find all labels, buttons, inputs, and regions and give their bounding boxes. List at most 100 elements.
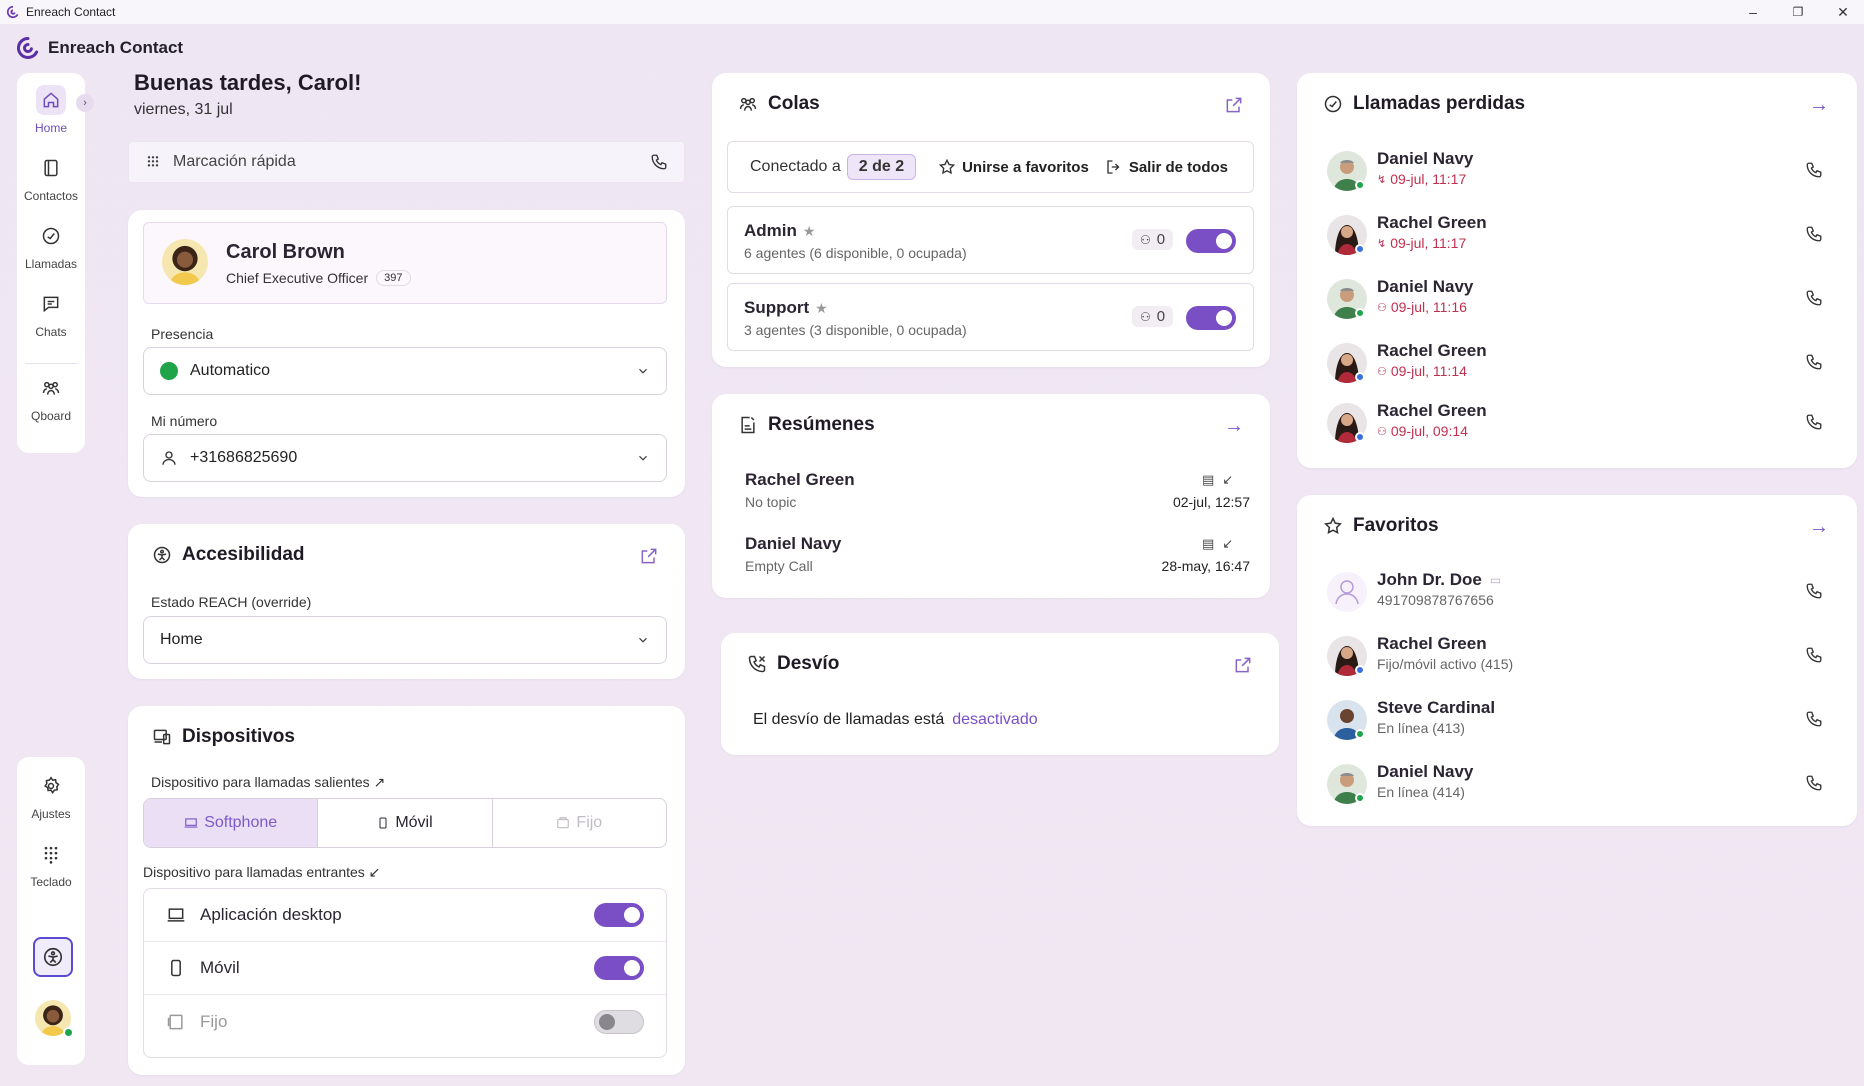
favorite-row[interactable]: Daniel Navy En línea (414) bbox=[1297, 754, 1857, 814]
call-forward-icon bbox=[748, 655, 766, 673]
expand-nav-button[interactable]: › bbox=[76, 94, 94, 112]
arrow-right-icon[interactable]: → bbox=[1809, 517, 1829, 537]
star-icon[interactable]: ★ bbox=[803, 223, 816, 240]
maximize-button[interactable]: ❐ bbox=[1775, 0, 1821, 24]
queues-connection-bar: Conectado a 2 de 2 Unirse a favoritos Sa… bbox=[727, 141, 1254, 193]
incoming-mobile-row: Móvil bbox=[144, 942, 666, 995]
brand-logo-icon bbox=[16, 37, 39, 59]
contact-name-text: Daniel Navy bbox=[1377, 149, 1474, 168]
phone-icon[interactable] bbox=[1805, 582, 1823, 600]
profile-role: Chief Executive Officer bbox=[226, 270, 369, 286]
incoming-desktop-label: Aplicación desktop bbox=[200, 905, 342, 924]
contact-subtitle: En línea (413) bbox=[1377, 720, 1465, 736]
phone-icon[interactable] bbox=[1805, 289, 1823, 307]
open-external-icon[interactable] bbox=[1224, 95, 1244, 115]
favorite-row[interactable]: Rachel Green Fijo/móvil activo (415) bbox=[1297, 626, 1857, 686]
queue-count-value: 0 bbox=[1156, 308, 1166, 325]
mobile-icon bbox=[171, 959, 181, 977]
summary-icons: ▤ ↙ bbox=[1202, 472, 1233, 488]
incoming-mobile-toggle[interactable] bbox=[594, 956, 644, 980]
favorite-row[interactable]: Steve Cardinal En línea (413) bbox=[1297, 690, 1857, 750]
contact-subtitle: En línea (414) bbox=[1377, 784, 1465, 800]
phone-icon[interactable] bbox=[1805, 161, 1823, 179]
nav-qboard[interactable]: Qboard bbox=[17, 373, 85, 423]
presence-value: Automatico bbox=[190, 362, 271, 379]
nav-settings[interactable]: Ajustes bbox=[17, 771, 85, 821]
arrow-right-icon[interactable]: → bbox=[1809, 95, 1829, 115]
favorite-row[interactable]: John Dr. Doe ▭ 491709878767656 bbox=[1297, 562, 1857, 622]
accessibility-quick-button[interactable] bbox=[33, 937, 73, 977]
incoming-device-label: Dispositivo para llamadas entrantes ↙ bbox=[143, 864, 381, 880]
phone-icon[interactable] bbox=[1805, 353, 1823, 371]
nav-chats[interactable]: Chats bbox=[17, 289, 85, 339]
missed-call-row[interactable]: Rachel Green ↯ 09-jul, 11:17 bbox=[1297, 205, 1857, 265]
incoming-desktop-toggle[interactable] bbox=[594, 903, 644, 927]
phone-icon[interactable] bbox=[1805, 710, 1823, 728]
incoming-landline-row: Fijo bbox=[144, 995, 666, 1048]
reach-state-value: Home bbox=[160, 631, 203, 648]
open-external-icon[interactable] bbox=[639, 546, 659, 566]
summaries-card: Resúmenes → Rachel Green No topic ▤ ↙ 02-… bbox=[712, 394, 1270, 598]
mobile-label: Móvil bbox=[395, 814, 433, 831]
incoming-landline-toggle[interactable] bbox=[594, 1009, 644, 1034]
queue-toggle[interactable] bbox=[1186, 229, 1236, 253]
chevron-down-icon bbox=[639, 637, 647, 643]
nav-keypad[interactable]: Teclado bbox=[17, 839, 85, 889]
contact-name-text: Rachel Green bbox=[1377, 401, 1487, 420]
outgoing-mobile-option[interactable]: Móvil bbox=[318, 799, 493, 847]
summaries-title: Resúmenes bbox=[738, 414, 875, 436]
nav-home[interactable]: Home bbox=[17, 85, 85, 135]
missed-call-row[interactable]: Rachel Green ⚇ 09-jul, 09:14 bbox=[1297, 393, 1857, 453]
nav-contacts[interactable]: Contactos bbox=[17, 153, 85, 203]
nav-qboard-label: Qboard bbox=[30, 409, 72, 423]
landline-label: Fijo bbox=[576, 814, 603, 831]
quick-dial-input[interactable]: Marcación rápida bbox=[128, 141, 685, 183]
connected-label: Conectado a bbox=[750, 158, 841, 175]
window-title: Enreach Contact bbox=[26, 5, 116, 19]
queue-icon bbox=[739, 97, 757, 111]
phone-icon[interactable] bbox=[1805, 413, 1823, 431]
open-external-icon[interactable] bbox=[1233, 655, 1253, 675]
missed-call-row[interactable]: Rachel Green ⚇ 09-jul, 11:14 bbox=[1297, 333, 1857, 393]
queue-people-icon: ⚇ bbox=[1140, 232, 1151, 247]
contact-name: Rachel Green bbox=[1377, 401, 1487, 421]
missed-call-row[interactable]: Daniel Navy ↯ 09-jul, 11:17 bbox=[1297, 141, 1857, 201]
missed-call-time: ⚇ 09-jul, 11:16 bbox=[1377, 299, 1467, 315]
contact-name: Rachel Green bbox=[1377, 634, 1487, 654]
reach-state-select[interactable]: Home bbox=[143, 616, 667, 664]
minimize-button[interactable]: – bbox=[1730, 0, 1776, 24]
status-dot bbox=[1355, 244, 1365, 254]
forwarding-state-link[interactable]: desactivado bbox=[952, 711, 1037, 729]
star-icon bbox=[939, 158, 956, 175]
phone-icon[interactable] bbox=[650, 153, 668, 171]
leave-all-button[interactable]: Salir de todos bbox=[1105, 158, 1228, 176]
forwarding-title: Desvío bbox=[747, 653, 839, 675]
brand: Enreach Contact bbox=[16, 36, 183, 60]
phone-icon[interactable] bbox=[1805, 774, 1823, 792]
person-icon bbox=[162, 451, 176, 465]
star-icon[interactable]: ★ bbox=[815, 300, 828, 317]
summary-topic: Empty Call bbox=[745, 558, 813, 574]
queue-people-icon: ⚇ bbox=[1140, 309, 1151, 324]
nav-calls[interactable]: Llamadas bbox=[17, 221, 85, 271]
presence-select[interactable]: Automatico bbox=[143, 347, 667, 395]
arrow-right-icon[interactable]: → bbox=[1224, 416, 1244, 436]
join-favorites-button[interactable]: Unirse a favoritos bbox=[938, 158, 1089, 176]
queue-name-text: Support bbox=[744, 298, 810, 317]
outgoing-softphone-option[interactable]: Softphone bbox=[144, 799, 319, 847]
my-number-select[interactable]: +31686825690 bbox=[143, 434, 667, 482]
forwarding-status: El desvío de llamadas está desactivado bbox=[753, 711, 1038, 729]
close-button[interactable]: ✕ bbox=[1820, 0, 1864, 24]
phone-icon[interactable] bbox=[1805, 646, 1823, 664]
queue-toggle[interactable] bbox=[1186, 306, 1236, 330]
missed-call-row[interactable]: Daniel Navy ⚇ 09-jul, 11:16 bbox=[1297, 269, 1857, 329]
nav-calls-label: Llamadas bbox=[24, 257, 78, 271]
app-logo-icon bbox=[6, 5, 19, 19]
queue-agents: 6 agentes (6 disponible, 0 ocupada) bbox=[744, 245, 967, 261]
phone-icon[interactable] bbox=[1805, 225, 1823, 243]
contact-name: Daniel Navy bbox=[1377, 277, 1473, 297]
status-dot bbox=[1355, 180, 1365, 190]
contact-name: John Dr. Doe ▭ bbox=[1377, 570, 1501, 590]
contact-subtitle-text: 491709878767656 bbox=[1377, 592, 1494, 608]
user-status-dot bbox=[63, 1027, 74, 1038]
